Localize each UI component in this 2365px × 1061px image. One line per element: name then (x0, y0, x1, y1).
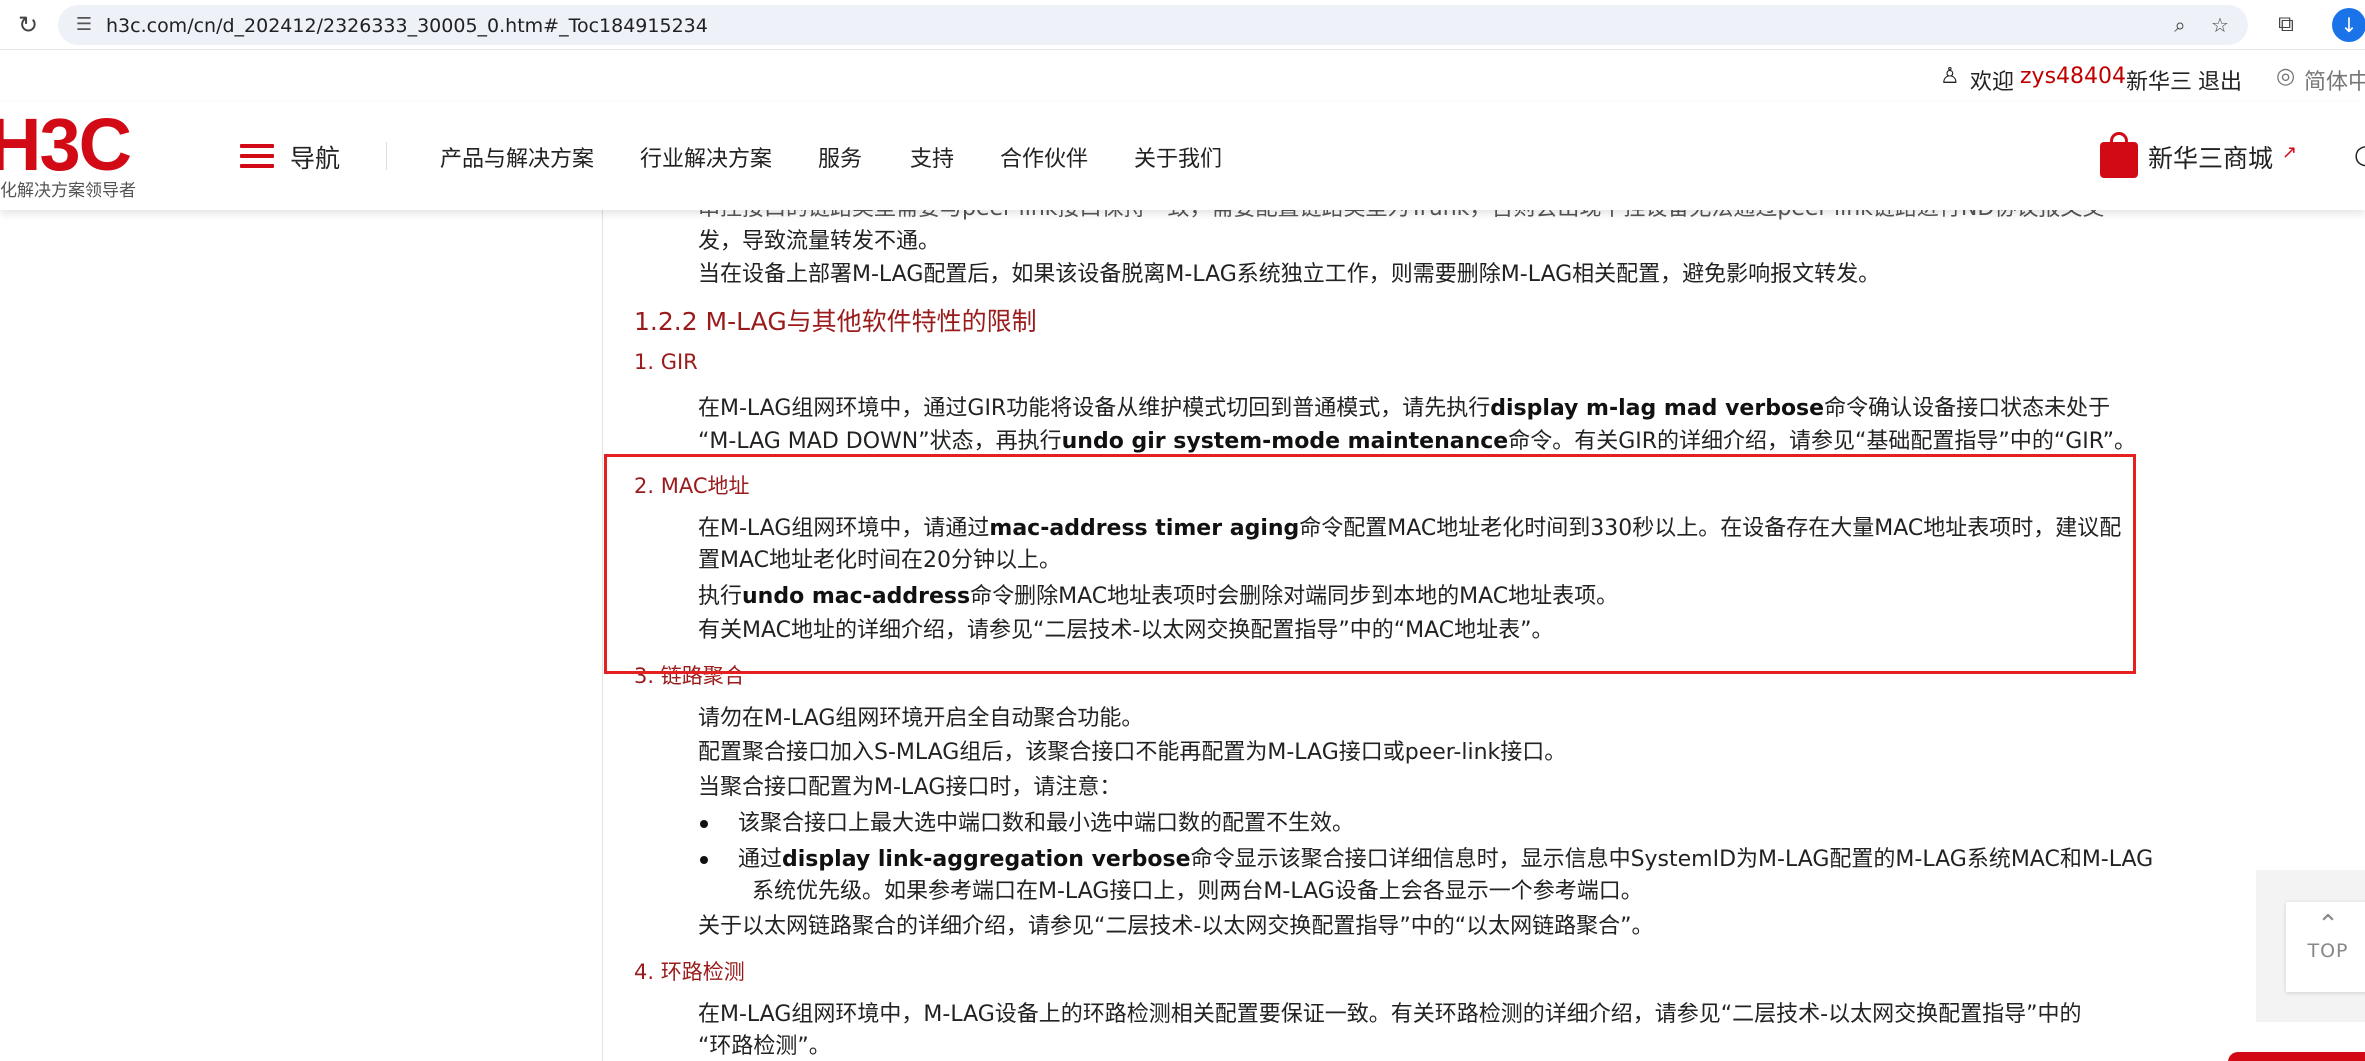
gir-paragraph-line2: “M-LAG MAD DOWN”状态，再执行undo gir system-mo… (698, 425, 2136, 458)
user-icon: ♙ (1940, 64, 1960, 89)
org-name: 新华三 (2126, 70, 2193, 95)
doc-content: 串控接口的链路类型需要与peer-link接口保持一致，需要配置链路类型为Tru… (0, 196, 2365, 1061)
agg-bullet-2-line1: 通过display link-aggregation verbose命令显示该聚… (738, 843, 2153, 876)
gir-paragraph-line1: 在M-LAG组网环境中，通过GIR功能将设备从维护模式切回到普通模式，请先执行d… (698, 392, 2110, 425)
download-icon[interactable]: ↓ (2332, 8, 2365, 42)
agg-bullet-1: 该聚合接口上最大选中端口数和最小选中端口数的配置不生效。 (738, 811, 1355, 836)
section-heading: 1.2.2 M-LAG与其他软件特性的限制 (634, 307, 1037, 336)
doc-paragraph: 发，导致流量转发不通。 (698, 229, 941, 254)
agg-paragraph-3: 当聚合接口配置为M-LAG接口时，请注意： (698, 775, 1122, 800)
shop-link[interactable]: 新华三商城 (2148, 139, 2273, 175)
command-text: undo mac-address (742, 584, 971, 609)
mac-paragraph-line1: 在M-LAG组网环境中，请通过mac-address timer aging命令… (698, 512, 2121, 545)
external-link-icon[interactable]: ↗ (2282, 142, 2297, 163)
hamburger-icon[interactable] (240, 144, 274, 168)
welcome-text: 欢迎 (1970, 70, 2015, 95)
text-run: 命令确认设备接口状态未处于 (1824, 396, 2111, 421)
command-text: display link-aggregation verbose (782, 847, 1191, 872)
menu-item-about[interactable]: 关于我们 (1134, 141, 1222, 173)
text-run: 在M-LAG组网环境中，通过GIR功能将设备从维护模式切回到普通模式，请先执行 (698, 396, 1491, 421)
mac-paragraph-line2: 置MAC地址老化时间在20分钟以上。 (698, 548, 1062, 573)
command-text: display m-lag mad verbose (1490, 396, 1825, 421)
agg-bullet-2-line2: 系统优先级。如果参考端口在M-LAG接口上，则两台M-LAG设备上会各显示一个参… (752, 879, 1643, 904)
text-run: 命令配置MAC地址老化时间到330秒以上。在设备存在大量MAC地址表项时，建议配 (1299, 516, 2122, 541)
agg-paragraph-2: 配置聚合接口加入S-MLAG组后，该聚合接口不能再配置为M-LAG接口或peer… (698, 740, 1567, 765)
back-to-top-label: TOP (2307, 940, 2349, 962)
reload-icon[interactable]: ↻ (14, 11, 42, 39)
back-to-top-button[interactable]: ⌃ TOP (2286, 902, 2365, 992)
globe-icon[interactable]: ◎ (2276, 64, 2295, 89)
floating-button-edge[interactable] (2228, 1052, 2365, 1061)
command-text: mac-address timer aging (989, 516, 1300, 541)
site-header: H3C 化解决方案领导者 导航 产品与解决方案 行业解决方案 服务 支持 合作伙… (0, 102, 2365, 210)
chevron-up-icon: ⌃ (2317, 910, 2339, 940)
user-bar: ♙ 欢迎 zys48404 新华三 退出 ◎ 简体中 (0, 50, 2365, 102)
loop-heading: 4. 环路检测 (634, 960, 745, 984)
zoom-icon[interactable]: ⌕ (2168, 13, 2192, 37)
agg-paragraph-4: 关于以太网链路聚合的详细介绍，请参见“二层技术-以太网交换配置指导”中的“以太网… (698, 914, 1654, 939)
bullet-icon (700, 856, 708, 864)
mac-paragraph-3: 有关MAC地址的详细介绍，请参见“二层技术-以太网交换配置指导”中的“MAC地址… (698, 618, 1554, 643)
shopping-bag-icon[interactable] (2100, 132, 2138, 178)
page-root: ↻ ☰ h3c.com/cn/d_202412/2326333_30005_0.… (0, 0, 2365, 1061)
slogan: 化解决方案领导者 (0, 181, 136, 201)
menu-item-support[interactable]: 支持 (910, 141, 954, 173)
nav-button[interactable]: 导航 (290, 139, 340, 175)
mac-heading: 2. MAC地址 (634, 474, 750, 498)
agg-heading: 3. 链路聚合 (634, 664, 745, 688)
menu-item-service[interactable]: 服务 (818, 141, 862, 173)
username-link[interactable]: zys48404 (2020, 64, 2126, 89)
text-run: 命令。有关GIR的详细介绍，请参见“基础配置指导”中的“GIR”。 (1508, 429, 2137, 454)
doc-paragraph: 当在设备上部署M-LAG配置后，如果该设备脱离M-LAG系统独立工作，则需要删除… (698, 262, 1881, 287)
loop-paragraph-line2: “环路检测”。 (698, 1034, 831, 1059)
url-text[interactable]: h3c.com/cn/d_202412/2326333_30005_0.htm#… (106, 15, 708, 37)
bullet-icon (700, 820, 708, 828)
text-run: 命令显示该聚合接口详细信息时，显示信息中SystemID为M-LAG配置的M-L… (1190, 847, 2154, 872)
mac-paragraph-2: 执行undo mac-address命令删除MAC地址表项时会删除对端同步到本地… (698, 580, 1618, 613)
text-run: “M-LAG MAD DOWN”状态，再执行 (698, 429, 1062, 454)
language-switch[interactable]: 简体中 (2304, 64, 2365, 96)
search-icon[interactable]: ○ (2354, 140, 2365, 170)
menu-item-partners[interactable]: 合作伙伴 (1000, 141, 1088, 173)
agg-paragraph-1: 请勿在M-LAG组网环境开启全自动聚合功能。 (698, 706, 1144, 731)
browser-toolbar: ↻ ☰ h3c.com/cn/d_202412/2326333_30005_0.… (0, 0, 2365, 50)
text-run: 命令删除MAC地址表项时会删除对端同步到本地的MAC地址表项。 (970, 584, 1619, 609)
menu-item-industry[interactable]: 行业解决方案 (640, 141, 772, 173)
sidebar-divider (602, 210, 603, 1061)
text-run: 在M-LAG组网环境中，请通过 (698, 516, 990, 541)
nav-divider (386, 142, 387, 170)
extensions-icon[interactable]: ⧉ (2272, 11, 2300, 39)
address-bar[interactable]: ☰ h3c.com/cn/d_202412/2326333_30005_0.ht… (58, 5, 2248, 45)
bookmark-star-icon[interactable]: ☆ (2208, 13, 2232, 37)
h3c-logo[interactable]: H3C (0, 108, 132, 182)
site-info-icon[interactable]: ☰ (72, 13, 96, 37)
logout-link[interactable]: 退出 (2198, 64, 2242, 96)
text-run: 执行 (698, 584, 743, 609)
menu-item-products[interactable]: 产品与解决方案 (440, 141, 594, 173)
command-text: undo gir system-mode maintenance (1061, 429, 1509, 454)
gir-heading: 1. GIR (634, 350, 698, 374)
loop-paragraph-line1: 在M-LAG组网环境中，M-LAG设备上的环路检测相关配置要保证一致。有关环路检… (698, 1002, 2082, 1027)
text-run: 通过 (738, 847, 783, 872)
